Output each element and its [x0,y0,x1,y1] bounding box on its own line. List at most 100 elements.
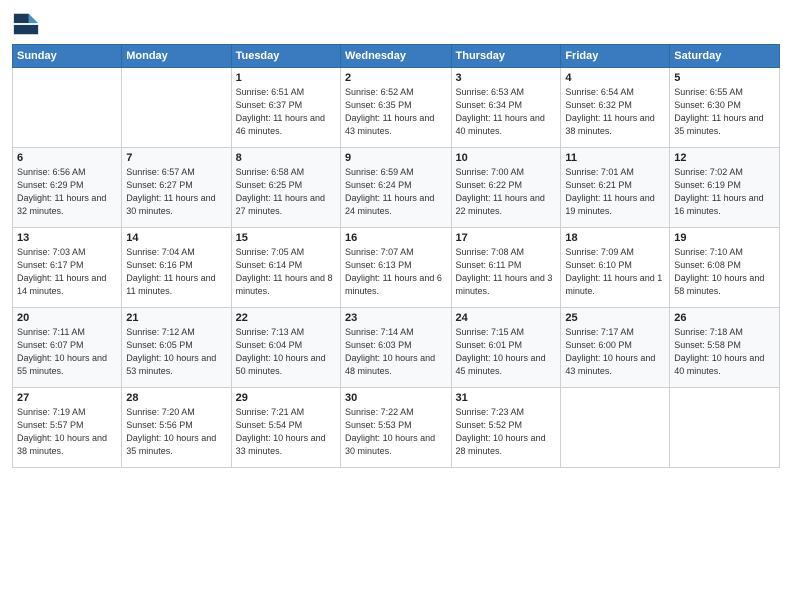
day-info: Sunrise: 7:23 AM Sunset: 5:52 PM Dayligh… [456,406,557,458]
day-info: Sunrise: 7:17 AM Sunset: 6:00 PM Dayligh… [565,326,665,378]
logo [12,10,44,38]
day-info: Sunrise: 7:14 AM Sunset: 6:03 PM Dayligh… [345,326,446,378]
calendar-cell: 22 Sunrise: 7:13 AM Sunset: 6:04 PM Dayli… [231,308,340,388]
day-info: Sunrise: 7:09 AM Sunset: 6:10 PM Dayligh… [565,246,665,298]
day-info: Sunrise: 6:55 AM Sunset: 6:30 PM Dayligh… [674,86,775,138]
day-info: Sunrise: 6:51 AM Sunset: 6:37 PM Dayligh… [236,86,336,138]
logo-icon [12,10,40,38]
day-number: 6 [17,152,117,164]
day-number: 18 [565,232,665,244]
day-number: 27 [17,392,117,404]
day-number: 9 [345,152,446,164]
day-info: Sunrise: 7:01 AM Sunset: 6:21 PM Dayligh… [565,166,665,218]
day-info: Sunrise: 7:02 AM Sunset: 6:19 PM Dayligh… [674,166,775,218]
day-number: 23 [345,312,446,324]
day-number: 5 [674,72,775,84]
weekday-header-thursday: Thursday [451,45,561,68]
day-number: 7 [126,152,226,164]
day-number: 2 [345,72,446,84]
day-number: 31 [456,392,557,404]
calendar-cell: 4 Sunrise: 6:54 AM Sunset: 6:32 PM Daylig… [561,68,670,148]
calendar-cell: 20Sunrise: 7:11 AM Sunset: 6:07 PM Dayli… [13,308,122,388]
calendar-cell [122,68,231,148]
day-info: Sunrise: 6:53 AM Sunset: 6:34 PM Dayligh… [456,86,557,138]
calendar-cell: 19Sunrise: 7:10 AM Sunset: 6:08 PM Dayli… [670,228,780,308]
day-info: Sunrise: 7:15 AM Sunset: 6:01 PM Dayligh… [456,326,557,378]
day-info: Sunrise: 7:20 AM Sunset: 5:56 PM Dayligh… [126,406,226,458]
week-row-5: 27Sunrise: 7:19 AM Sunset: 5:57 PM Dayli… [13,388,780,468]
week-row-2: 6 Sunrise: 6:56 AM Sunset: 6:29 PM Daylig… [13,148,780,228]
day-info: Sunrise: 6:56 AM Sunset: 6:29 PM Dayligh… [17,166,117,218]
calendar-cell [561,388,670,468]
day-number: 29 [236,392,336,404]
calendar-cell: 23 Sunrise: 7:14 AM Sunset: 6:03 PM Dayli… [341,308,451,388]
day-number: 15 [236,232,336,244]
day-info: Sunrise: 7:00 AM Sunset: 6:22 PM Dayligh… [456,166,557,218]
calendar-cell: 2 Sunrise: 6:52 AM Sunset: 6:35 PM Daylig… [341,68,451,148]
day-info: Sunrise: 7:04 AM Sunset: 6:16 PM Dayligh… [126,246,226,298]
calendar-cell: 8 Sunrise: 6:58 AM Sunset: 6:25 PM Daylig… [231,148,340,228]
day-number: 30 [345,392,446,404]
day-number: 1 [236,72,336,84]
calendar: SundayMondayTuesdayWednesdayThursdayFrid… [12,44,780,468]
day-info: Sunrise: 7:03 AM Sunset: 6:17 PM Dayligh… [17,246,117,298]
calendar-cell: 5 Sunrise: 6:55 AM Sunset: 6:30 PM Daylig… [670,68,780,148]
calendar-cell [670,388,780,468]
day-info: Sunrise: 6:58 AM Sunset: 6:25 PM Dayligh… [236,166,336,218]
calendar-cell: 14 Sunrise: 7:04 AM Sunset: 6:16 PM Dayli… [122,228,231,308]
day-number: 26 [674,312,775,324]
calendar-cell: 6 Sunrise: 6:56 AM Sunset: 6:29 PM Daylig… [13,148,122,228]
day-number: 25 [565,312,665,324]
calendar-cell: 31 Sunrise: 7:23 AM Sunset: 5:52 PM Dayli… [451,388,561,468]
day-info: Sunrise: 7:05 AM Sunset: 6:14 PM Dayligh… [236,246,336,298]
day-number: 17 [456,232,557,244]
day-number: 4 [565,72,665,84]
calendar-cell: 9 Sunrise: 6:59 AM Sunset: 6:24 PM Daylig… [341,148,451,228]
day-info: Sunrise: 7:21 AM Sunset: 5:54 PM Dayligh… [236,406,336,458]
calendar-cell: 27Sunrise: 7:19 AM Sunset: 5:57 PM Dayli… [13,388,122,468]
day-number: 16 [345,232,446,244]
weekday-header-monday: Monday [122,45,231,68]
weekday-header-saturday: Saturday [670,45,780,68]
calendar-cell: 12 Sunrise: 7:02 AM Sunset: 6:19 PM Dayli… [670,148,780,228]
calendar-cell: 16 Sunrise: 7:07 AM Sunset: 6:13 PM Dayli… [341,228,451,308]
day-info: Sunrise: 7:08 AM Sunset: 6:11 PM Dayligh… [456,246,557,298]
day-info: Sunrise: 7:18 AM Sunset: 5:58 PM Dayligh… [674,326,775,378]
calendar-cell: 29 Sunrise: 7:21 AM Sunset: 5:54 PM Dayli… [231,388,340,468]
calendar-cell: 11Sunrise: 7:01 AM Sunset: 6:21 PM Dayli… [561,148,670,228]
day-number: 28 [126,392,226,404]
weekday-header-friday: Friday [561,45,670,68]
day-info: Sunrise: 7:07 AM Sunset: 6:13 PM Dayligh… [345,246,446,298]
weekday-header-tuesday: Tuesday [231,45,340,68]
weekday-header-sunday: Sunday [13,45,122,68]
calendar-cell: 28 Sunrise: 7:20 AM Sunset: 5:56 PM Dayli… [122,388,231,468]
calendar-cell: 21 Sunrise: 7:12 AM Sunset: 6:05 PM Dayli… [122,308,231,388]
calendar-cell: 30 Sunrise: 7:22 AM Sunset: 5:53 PM Dayli… [341,388,451,468]
calendar-cell: 7 Sunrise: 6:57 AM Sunset: 6:27 PM Daylig… [122,148,231,228]
day-info: Sunrise: 6:59 AM Sunset: 6:24 PM Dayligh… [345,166,446,218]
day-info: Sunrise: 6:52 AM Sunset: 6:35 PM Dayligh… [345,86,446,138]
weekday-header-wednesday: Wednesday [341,45,451,68]
calendar-cell: 24Sunrise: 7:15 AM Sunset: 6:01 PM Dayli… [451,308,561,388]
header [12,10,780,38]
day-info: Sunrise: 6:54 AM Sunset: 6:32 PM Dayligh… [565,86,665,138]
calendar-cell: 1 Sunrise: 6:51 AM Sunset: 6:37 PM Daylig… [231,68,340,148]
calendar-cell: 15 Sunrise: 7:05 AM Sunset: 6:14 PM Dayli… [231,228,340,308]
day-info: Sunrise: 7:13 AM Sunset: 6:04 PM Dayligh… [236,326,336,378]
day-number: 8 [236,152,336,164]
page-container: SundayMondayTuesdayWednesdayThursdayFrid… [0,0,792,476]
day-info: Sunrise: 7:12 AM Sunset: 6:05 PM Dayligh… [126,326,226,378]
calendar-cell: 10Sunrise: 7:00 AM Sunset: 6:22 PM Dayli… [451,148,561,228]
day-number: 22 [236,312,336,324]
day-number: 12 [674,152,775,164]
day-info: Sunrise: 7:10 AM Sunset: 6:08 PM Dayligh… [674,246,775,298]
calendar-cell: 17 Sunrise: 7:08 AM Sunset: 6:11 PM Dayli… [451,228,561,308]
day-number: 20 [17,312,117,324]
day-number: 13 [17,232,117,244]
day-info: Sunrise: 7:22 AM Sunset: 5:53 PM Dayligh… [345,406,446,458]
day-info: Sunrise: 6:57 AM Sunset: 6:27 PM Dayligh… [126,166,226,218]
week-row-4: 20Sunrise: 7:11 AM Sunset: 6:07 PM Dayli… [13,308,780,388]
day-number: 21 [126,312,226,324]
calendar-cell: 26 Sunrise: 7:18 AM Sunset: 5:58 PM Dayli… [670,308,780,388]
day-number: 14 [126,232,226,244]
